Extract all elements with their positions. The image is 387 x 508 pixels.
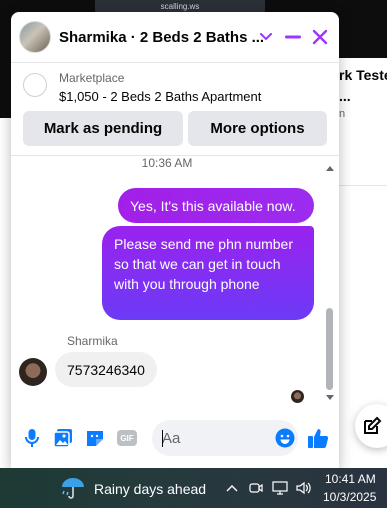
- compose-icon: [364, 416, 382, 434]
- avatar[interactable]: [19, 21, 51, 53]
- taskbar: Rainy days ahead 10:41 AM 10/3/2025: [0, 468, 387, 508]
- gif-label: GIF: [120, 433, 134, 443]
- microphone-icon[interactable]: [21, 427, 43, 449]
- outgoing-message[interactable]: Please send me phn number so that we can…: [102, 226, 314, 320]
- photo-icon[interactable]: [52, 427, 74, 449]
- incoming-message[interactable]: 7573246340: [55, 352, 157, 387]
- thumbs-up-icon[interactable]: [307, 427, 329, 449]
- volume-icon[interactable]: [296, 480, 312, 496]
- listing-thumbnail[interactable]: [23, 73, 47, 97]
- background-card-subtitle: n: [339, 108, 346, 120]
- minimize-icon[interactable]: [282, 26, 304, 48]
- sticker-icon[interactable]: [84, 427, 106, 449]
- header-divider: [11, 62, 339, 63]
- meet-now-icon[interactable]: [248, 480, 264, 496]
- background-card-title: rk Teste: [339, 67, 387, 83]
- sender-name: Sharmika: [67, 334, 118, 348]
- read-receipt-avatar: [291, 390, 304, 403]
- mark-as-pending-button[interactable]: Mark as pending: [23, 111, 183, 146]
- text-caret: [162, 430, 163, 447]
- emoji-icon[interactable]: [275, 428, 295, 448]
- background-card-title-cont: ...: [339, 88, 351, 104]
- chevron-down-icon[interactable]: [255, 26, 277, 48]
- chat-header[interactable]: Sharmika · 2 Beds 2 Baths ...: [11, 12, 339, 62]
- umbrella-icon[interactable]: [60, 476, 86, 500]
- chevron-up-icon[interactable]: [224, 480, 240, 496]
- message-text-field[interactable]: [162, 420, 262, 456]
- message-timestamp: 10:36 AM: [141, 156, 193, 170]
- marketplace-label: Marketplace: [59, 71, 125, 85]
- close-icon[interactable]: [309, 26, 331, 48]
- message-input[interactable]: [152, 420, 298, 456]
- network-icon[interactable]: [272, 480, 288, 496]
- chat-title[interactable]: Sharmika · 2 Beds 2 Baths ...: [59, 29, 264, 46]
- scrollbar-thumb[interactable]: [326, 308, 333, 390]
- outgoing-message[interactable]: Yes, It's this available now.: [118, 188, 314, 223]
- weather-widget-text[interactable]: Rainy days ahead: [94, 481, 206, 497]
- more-options-button[interactable]: More options: [188, 111, 327, 146]
- listing-title[interactable]: $1,050 - 2 Beds 2 Baths Apartment: [59, 89, 261, 104]
- clock-date[interactable]: 10/3/2025: [323, 490, 376, 504]
- gif-icon[interactable]: GIF: [116, 427, 138, 449]
- chat-window: Sharmika · 2 Beds 2 Baths ... Marketplac…: [11, 12, 339, 468]
- clock-time[interactable]: 10:41 AM: [325, 472, 376, 486]
- avatar[interactable]: [19, 358, 47, 386]
- scroll-up-arrow-icon[interactable]: [325, 164, 335, 172]
- scroll-down-arrow-icon[interactable]: [325, 394, 335, 402]
